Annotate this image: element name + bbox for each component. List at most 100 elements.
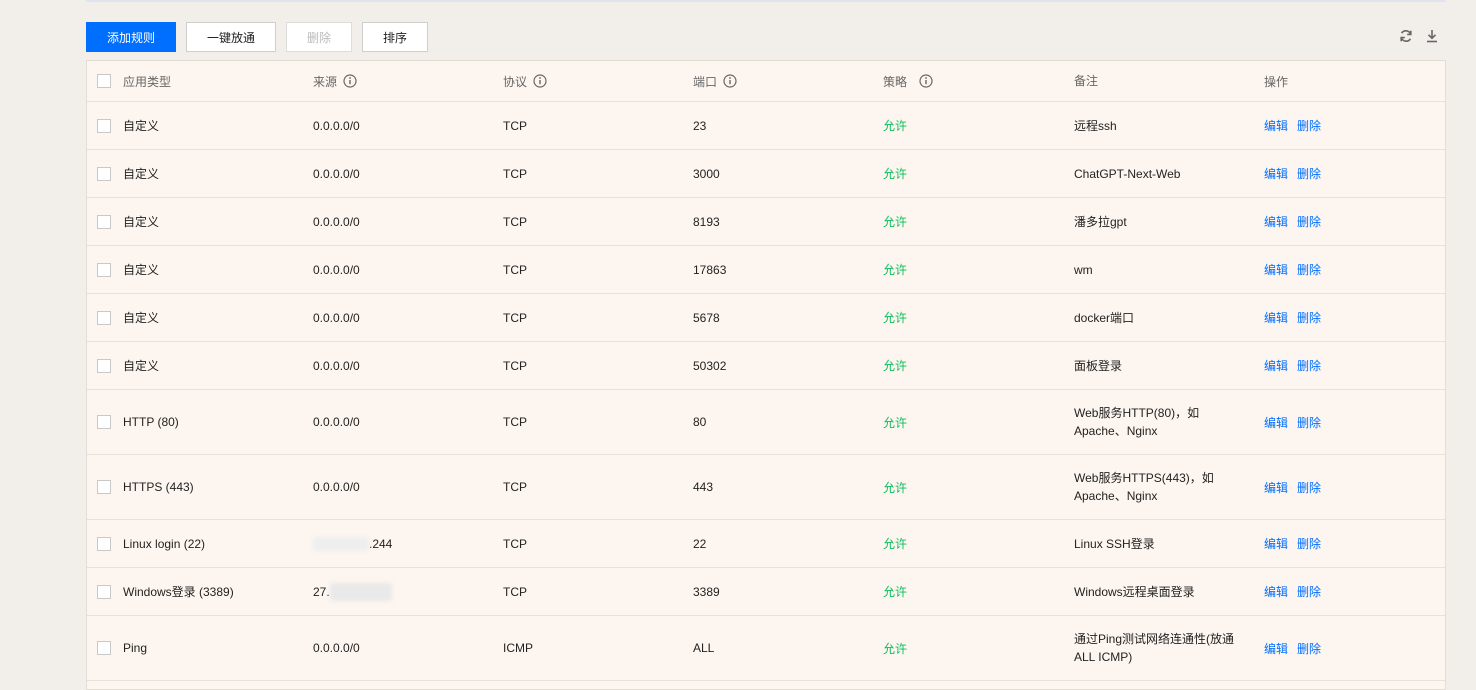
toolbar: 添加规则 一键放通 删除 排序 xyxy=(86,22,428,52)
info-circle-icon[interactable] xyxy=(343,74,357,88)
cell-source-visible: 27. xyxy=(313,584,330,599)
cell-source: 0.0.0.0/0 xyxy=(313,214,360,229)
row-checkbox[interactable] xyxy=(97,262,111,277)
cell-port: 443 xyxy=(693,480,714,494)
edit-link[interactable]: 编辑 xyxy=(1264,117,1288,134)
edit-link[interactable]: 编辑 xyxy=(1264,309,1288,326)
edit-link[interactable]: 编辑 xyxy=(1264,261,1288,278)
table-row: 自定义 0.0.0.0/0 TCP 17863 允许 wm 编辑 删除 xyxy=(87,246,1445,294)
cell-type: 自定义 xyxy=(123,167,160,181)
delete-link[interactable]: 删除 xyxy=(1297,357,1321,374)
cell-type: Linux login (22) xyxy=(123,536,206,551)
edit-link[interactable]: 编辑 xyxy=(1264,535,1288,552)
cell-protocol: TCP xyxy=(503,480,527,494)
top-divider xyxy=(86,0,1446,2)
cell-source: 0.0.0.0/0 xyxy=(313,262,360,277)
cell-policy: 允许 xyxy=(883,167,908,181)
cell-protocol: TCP xyxy=(503,262,527,277)
cell-policy: 允许 xyxy=(883,311,908,325)
delete-link[interactable]: 删除 xyxy=(1297,640,1321,657)
header-port: 端口 xyxy=(693,74,718,89)
select-all-checkbox[interactable] xyxy=(97,74,111,88)
edit-link[interactable]: 编辑 xyxy=(1264,213,1288,230)
cell-policy: 允许 xyxy=(883,263,908,277)
redacted-mask xyxy=(329,582,392,601)
delete-link[interactable]: 删除 xyxy=(1297,261,1321,278)
table-row: 自定义 0.0.0.0/0 TCP 5678 允许 docker端口 编辑 删除 xyxy=(87,294,1445,342)
header-source: 来源 xyxy=(313,74,338,89)
cell-protocol: TCP xyxy=(503,358,527,373)
info-circle-icon[interactable] xyxy=(723,74,737,88)
row-checkbox[interactable] xyxy=(97,536,111,551)
add-rule-button[interactable]: 添加规则 xyxy=(86,22,176,52)
cell-source-visible: .244 xyxy=(369,536,393,551)
cell-type: Windows登录 (3389) xyxy=(123,585,234,599)
cell-note: 远程ssh xyxy=(1074,118,1117,133)
cell-port: 17863 xyxy=(693,262,727,277)
delete-link[interactable]: 删除 xyxy=(1297,583,1321,600)
row-checkbox[interactable] xyxy=(97,214,111,229)
cell-type: 自定义 xyxy=(123,215,160,229)
edit-link[interactable]: 编辑 xyxy=(1264,357,1288,374)
cell-protocol: TCP xyxy=(503,166,527,181)
cell-protocol: ICMP xyxy=(503,641,533,655)
cell-source: 0.0.0.0/0 xyxy=(313,118,360,133)
cell-source: 0.0.0.0/0 xyxy=(313,310,360,325)
table-row: 自定义 0.0.0.0/0 TCP 50302 允许 面板登录 编辑 删除 xyxy=(87,342,1445,390)
header-type: 应用类型 xyxy=(123,74,172,89)
table-row: Windows登录 (3389) 27. TCP 3389 允许 Windows… xyxy=(87,568,1445,616)
row-checkbox[interactable] xyxy=(97,358,111,373)
cell-policy: 允许 xyxy=(883,641,908,656)
edit-link[interactable]: 编辑 xyxy=(1264,640,1288,657)
cell-port: 8193 xyxy=(693,214,720,229)
row-checkbox[interactable] xyxy=(97,641,111,655)
info-circle-icon[interactable] xyxy=(919,74,933,88)
edit-link[interactable]: 编辑 xyxy=(1264,583,1288,600)
edit-link[interactable]: 编辑 xyxy=(1264,165,1288,182)
row-checkbox[interactable] xyxy=(97,166,111,181)
row-checkbox[interactable] xyxy=(97,415,111,429)
delete-link[interactable]: 删除 xyxy=(1297,117,1321,134)
delete-link[interactable]: 删除 xyxy=(1297,165,1321,182)
cell-type: 自定义 xyxy=(123,119,160,133)
cell-protocol: TCP xyxy=(503,310,527,325)
cell-type: HTTP (80) xyxy=(123,415,179,429)
delete-link[interactable]: 删除 xyxy=(1297,479,1321,496)
delete-button[interactable]: 删除 xyxy=(286,22,352,52)
download-icon[interactable] xyxy=(1424,28,1440,44)
table-row: 自定义 0.0.0.0/0 TCP 3000 允许 ChatGPT-Next-W… xyxy=(87,150,1445,198)
cell-note: 通过Ping测试网络连通性(放通ALL ICMP) xyxy=(1074,632,1235,664)
delete-link[interactable]: 删除 xyxy=(1297,535,1321,552)
delete-link[interactable]: 删除 xyxy=(1297,309,1321,326)
cell-note: 潘多拉gpt xyxy=(1074,214,1127,229)
table-row: Ping 0.0.0.0/0 ICMP ALL 允许 通过Ping测试网络连通性… xyxy=(87,616,1445,681)
header-note: 备注 xyxy=(1074,74,1099,88)
cell-port: 5678 xyxy=(693,310,720,325)
cell-note: 面板登录 xyxy=(1074,358,1123,373)
edit-link[interactable]: 编辑 xyxy=(1264,479,1288,496)
row-checkbox[interactable] xyxy=(97,310,111,325)
info-circle-icon[interactable] xyxy=(533,74,547,88)
cell-policy: 允许 xyxy=(883,415,908,430)
refresh-icon[interactable] xyxy=(1398,28,1414,44)
cell-type: Ping xyxy=(123,641,148,655)
one-click-open-button[interactable]: 一键放通 xyxy=(186,22,276,52)
delete-link[interactable]: 删除 xyxy=(1297,213,1321,230)
cell-note: Web服务HTTP(80)，如Apache、Nginx xyxy=(1074,406,1200,438)
sort-button[interactable]: 排序 xyxy=(362,22,428,52)
row-checkbox[interactable] xyxy=(97,118,111,133)
cell-type: 自定义 xyxy=(123,311,160,325)
row-checkbox[interactable] xyxy=(97,480,111,494)
cell-note: Windows远程桌面登录 xyxy=(1074,584,1195,599)
cell-source: 0.0.0.0/0 xyxy=(313,480,360,494)
edit-link[interactable]: 编辑 xyxy=(1264,414,1288,431)
cell-source: 0.0.0.0/0 xyxy=(313,166,360,181)
table-row: HTTPS (443) 0.0.0.0/0 TCP 443 允许 Web服务HT… xyxy=(87,455,1445,520)
table-row: HTTP (80) 0.0.0.0/0 TCP 80 允许 Web服务HTTP(… xyxy=(87,390,1445,455)
cell-note: ChatGPT-Next-Web xyxy=(1074,166,1181,181)
row-checkbox[interactable] xyxy=(97,584,111,599)
cell-port: 3000 xyxy=(693,166,720,181)
table-tools xyxy=(1398,28,1440,44)
cell-policy: 允许 xyxy=(883,359,908,373)
delete-link[interactable]: 删除 xyxy=(1297,414,1321,431)
